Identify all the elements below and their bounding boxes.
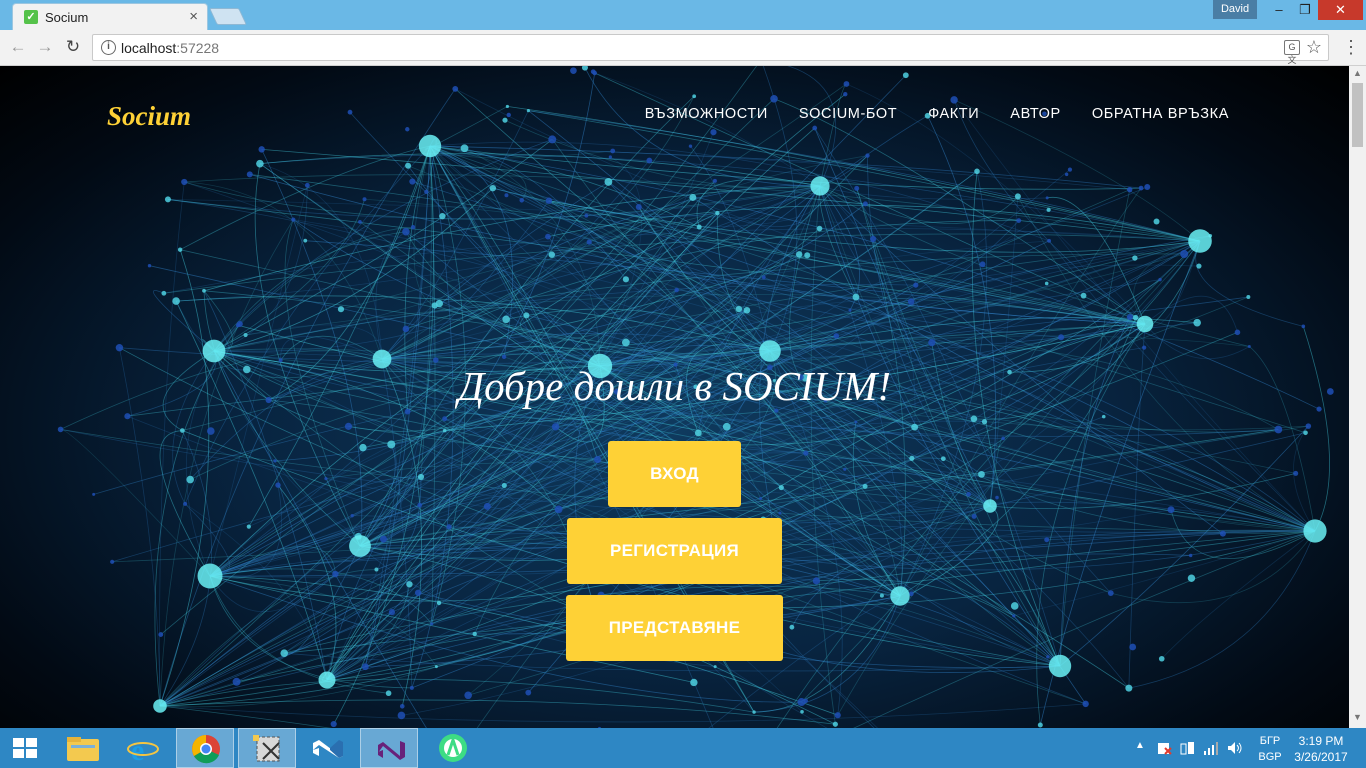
scroll-down-icon[interactable]: ▼ (1353, 712, 1362, 722)
action-center-icon[interactable] (1156, 740, 1172, 756)
scroll-up-icon[interactable]: ▲ (1353, 68, 1362, 78)
svg-text:e: e (131, 734, 144, 767)
brand-logo[interactable]: Socium (107, 101, 191, 132)
url-text[interactable]: localhost:57228 (121, 40, 219, 56)
browser-tab[interactable]: ✓ Socium × (12, 3, 208, 30)
show-hidden-icons-icon[interactable]: ▲ (1135, 740, 1145, 768)
nav-link-feedback[interactable]: Обратна връзка (1092, 106, 1229, 122)
windows-taskbar: e ▲ БГР BGP 3:19 PM 3/26/2017 (0, 728, 1366, 768)
windows-logo-icon (13, 738, 37, 758)
forward-arrow-icon[interactable]: → (34, 36, 56, 58)
bookmark-star-icon[interactable]: ☆ (1306, 37, 1322, 58)
page-viewport: Socium Възможности Socium-бот Факти Авто… (0, 66, 1349, 728)
nav-link-features[interactable]: Възможности (645, 106, 768, 122)
nav-link-facts[interactable]: Факти (928, 106, 979, 122)
minimize-button[interactable]: – (1266, 0, 1292, 20)
login-button[interactable]: Вход (608, 441, 741, 507)
clock-time: 3:19 PM (1298, 734, 1344, 748)
internet-explorer-icon[interactable]: e (114, 728, 172, 768)
network-signal-icon[interactable] (1203, 740, 1219, 756)
chrome-menu-icon[interactable]: ⋮ (1342, 37, 1360, 57)
browser-titlebar: ✓ Socium × David – ❐ ✕ (0, 0, 1366, 30)
reload-icon[interactable]: ↻ (62, 36, 84, 58)
presentation-button[interactable]: Представяне (566, 595, 783, 661)
url-host: localhost (121, 40, 177, 56)
tab-title: Socium (45, 10, 89, 25)
visual-studio-icon[interactable] (360, 728, 418, 768)
browser-toolbar: ← → ↻ i localhost:57228 G文 ☆ ⋮ (0, 30, 1366, 66)
language-top: БГР (1259, 735, 1281, 747)
page-scrollbar[interactable]: ▲ ▼ (1349, 66, 1366, 728)
language-indicator[interactable]: БГР BGP (1258, 733, 1282, 768)
restore-button[interactable]: ❐ (1292, 0, 1318, 20)
chrome-icon[interactable] (176, 728, 234, 768)
main-nav: Възможности Socium-бот Факти Автор Обрат… (645, 106, 1229, 122)
hero-heading: Добре дошли в SOCIUM! (457, 363, 891, 409)
android-studio-icon[interactable] (424, 728, 482, 768)
power-icon[interactable] (1180, 740, 1196, 756)
close-window-button[interactable]: ✕ (1318, 0, 1363, 20)
system-clock[interactable]: 3:19 PM 3/26/2017 (1290, 733, 1352, 768)
file-explorer-icon[interactable] (54, 728, 112, 768)
tab-close-icon[interactable]: × (189, 8, 198, 25)
address-bar[interactable]: i localhost:57228 G文 ☆ (92, 34, 1329, 65)
nav-link-author[interactable]: Автор (1010, 106, 1061, 122)
vscode-icon[interactable] (298, 728, 356, 768)
scroll-thumb[interactable] (1352, 83, 1363, 147)
translate-icon[interactable]: G文 (1284, 40, 1300, 65)
back-arrow-icon[interactable]: ← (7, 36, 29, 58)
snipping-tool-icon[interactable] (238, 728, 296, 768)
nav-link-bot[interactable]: Socium-бот (799, 106, 897, 122)
favicon-icon: ✓ (24, 10, 38, 24)
volume-icon[interactable] (1227, 740, 1243, 756)
clock-date: 3/26/2017 (1294, 750, 1348, 764)
register-button[interactable]: Регистрация (567, 518, 782, 584)
profile-button[interactable]: David (1213, 0, 1257, 19)
new-tab-button[interactable] (209, 8, 247, 25)
language-bottom: BGP (1258, 751, 1282, 763)
info-icon[interactable]: i (101, 40, 116, 55)
start-button[interactable] (0, 728, 50, 768)
url-port: :57228 (176, 40, 220, 56)
